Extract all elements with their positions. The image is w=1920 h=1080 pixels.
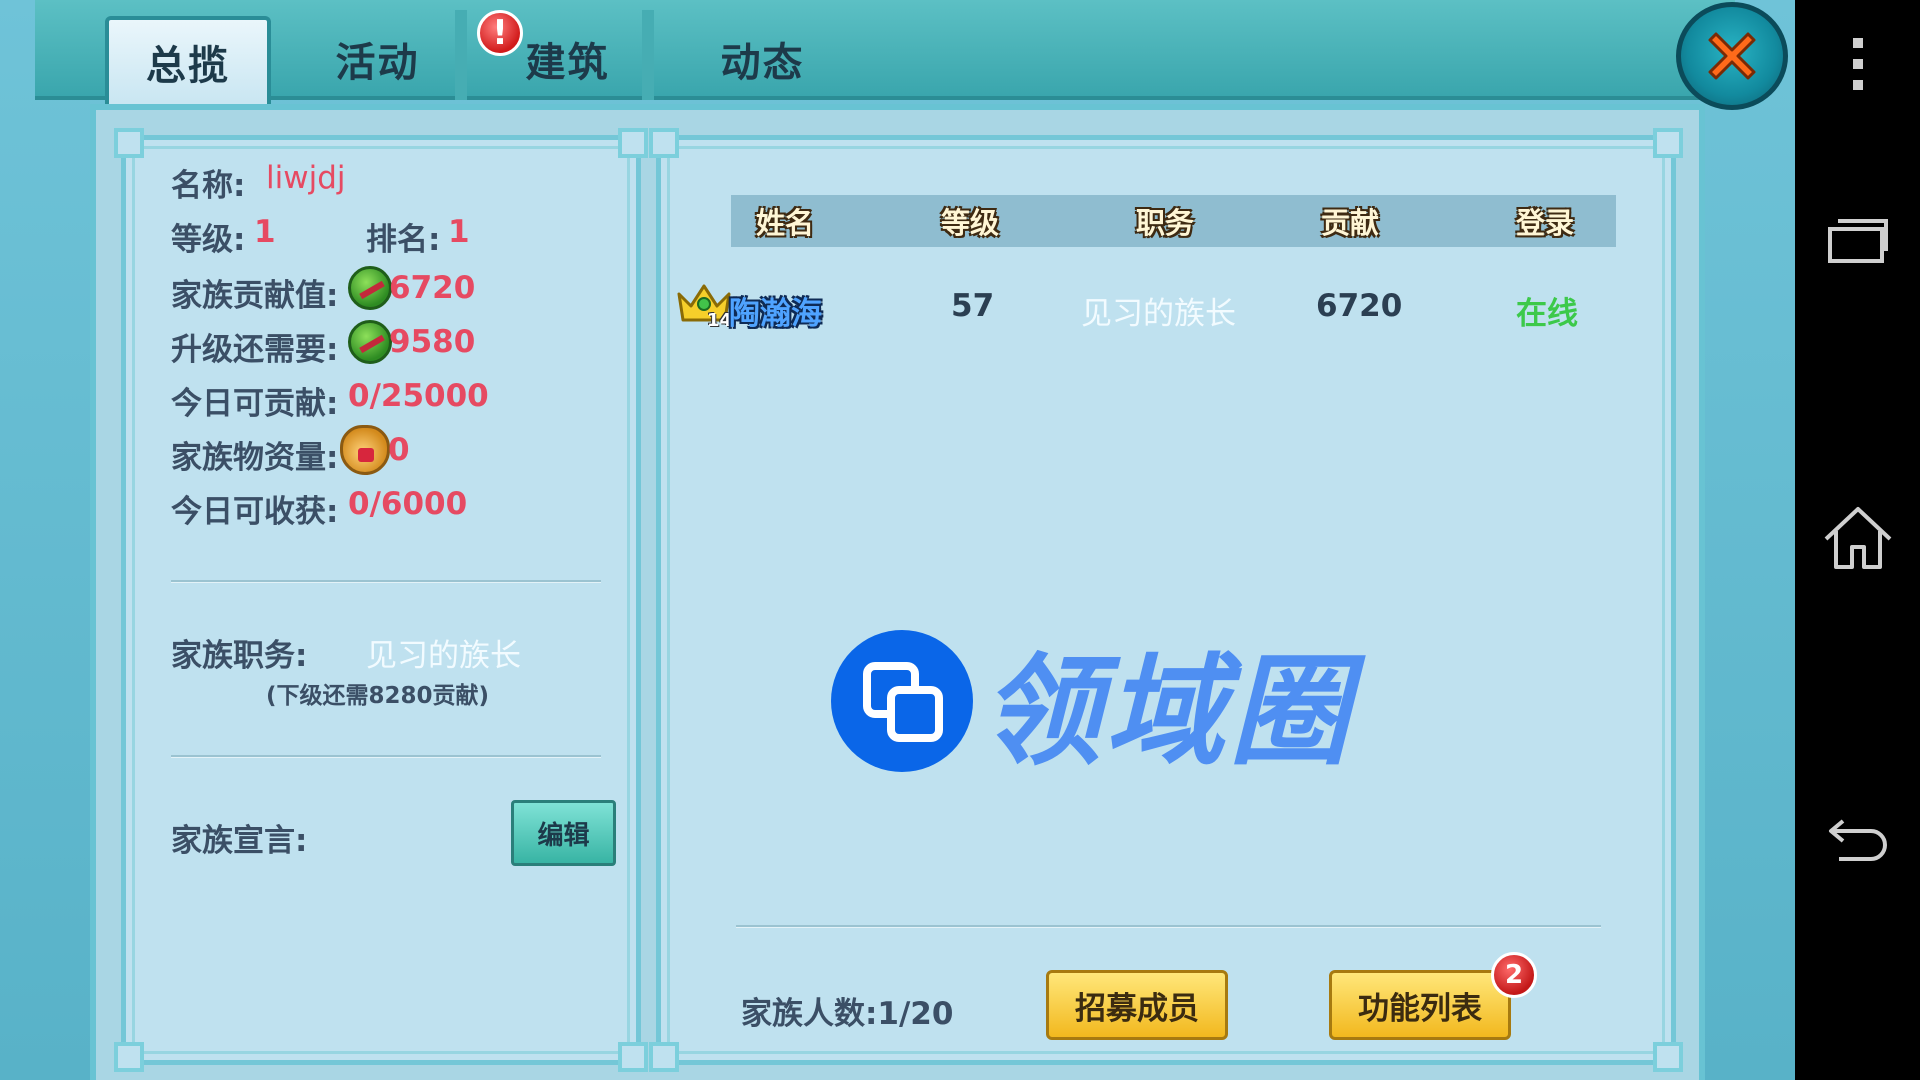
watermark-text: 领域圈 bbox=[981, 642, 1353, 782]
overflow-menu-icon bbox=[1852, 38, 1863, 90]
tab-separator bbox=[455, 10, 467, 100]
member-table-header: 姓名 等级 职务 贡献 登录 bbox=[731, 195, 1616, 247]
contribution-coin-icon bbox=[348, 266, 392, 310]
tab-buildings-label: 建筑 bbox=[525, 40, 610, 86]
header-name: 姓名 bbox=[756, 206, 815, 240]
frame-corner bbox=[1653, 128, 1683, 158]
header-level: 等级 bbox=[941, 206, 1000, 240]
member-contribution: 6720 bbox=[1316, 288, 1403, 324]
upgrade-label: 升级还需要: bbox=[171, 332, 339, 368]
recent-apps-icon bbox=[1827, 219, 1888, 263]
overflow-menu-button[interactable] bbox=[1795, 36, 1920, 92]
member-level: 57 bbox=[951, 288, 995, 324]
section-divider bbox=[736, 925, 1601, 928]
edit-declaration-button[interactable]: 编辑 bbox=[511, 800, 616, 866]
position-label: 家族职务: bbox=[171, 638, 308, 674]
rank-label: 排名: bbox=[366, 222, 441, 258]
frame-corner bbox=[114, 128, 144, 158]
frame-corner bbox=[618, 128, 648, 158]
name-label: 名称: bbox=[171, 168, 246, 204]
tab-activities[interactable]: 活动 bbox=[285, 18, 470, 100]
contribution-value: 6720 bbox=[389, 270, 476, 306]
contribution-label: 家族贡献值: bbox=[171, 278, 339, 314]
level-label: 等级: bbox=[171, 222, 246, 258]
header-login: 登录 bbox=[1516, 206, 1575, 240]
section-divider bbox=[171, 755, 601, 758]
back-button[interactable] bbox=[1795, 815, 1920, 863]
family-window: 名称: liwjdj 等级: 1 排名: 1 家族贡献值: 6720 升级还需要… bbox=[90, 104, 1705, 1080]
frame-corner bbox=[114, 1042, 144, 1072]
member-role: 见习的族长 bbox=[1081, 296, 1236, 332]
recruit-members-button[interactable]: 招募成员 bbox=[1046, 970, 1228, 1040]
tab-overview[interactable]: 总揽 bbox=[105, 16, 271, 104]
tab-overview-label: 总揽 bbox=[146, 43, 230, 89]
game-screen: 总揽 活动 建筑 动态 ! 名称: liwjdj 等级: 1 排名: 1 家族贡… bbox=[0, 0, 1795, 1080]
home-button[interactable] bbox=[1795, 505, 1920, 571]
tab-news-label: 动态 bbox=[720, 40, 805, 86]
recent-apps-button[interactable] bbox=[1795, 215, 1920, 265]
today-harvest-value: 0/6000 bbox=[348, 486, 468, 522]
activity-alert-badge: ! bbox=[477, 10, 523, 56]
frame-corner bbox=[1653, 1042, 1683, 1072]
section-divider bbox=[171, 580, 601, 583]
member-count: 家族人数:1/20 bbox=[741, 996, 954, 1032]
supply-pouch-icon bbox=[340, 425, 390, 475]
position-next-hint: (下级还需8280贡献) bbox=[266, 683, 490, 709]
today-contrib-label: 今日可贡献: bbox=[171, 386, 339, 422]
upgrade-value: 9580 bbox=[389, 324, 476, 360]
tab-bar: 总揽 活动 建筑 动态 bbox=[35, 0, 1735, 104]
family-level: 1 bbox=[254, 214, 276, 250]
header-contribution: 贡献 bbox=[1321, 206, 1380, 240]
close-button[interactable] bbox=[1676, 2, 1788, 110]
close-icon bbox=[1708, 32, 1756, 80]
member-name[interactable]: 陶瀚海 bbox=[729, 288, 822, 333]
frame-corner bbox=[618, 1042, 648, 1072]
member-list-panel: 姓名 等级 职务 贡献 登录 14 陶瀚海 57 见习的族长 6720 在线 家… bbox=[649, 128, 1683, 1072]
tab-activities-label: 活动 bbox=[335, 40, 420, 86]
function-list-badge: 2 bbox=[1491, 952, 1537, 998]
watermark-logo-icon bbox=[831, 629, 973, 772]
header-role: 职务 bbox=[1136, 206, 1195, 240]
supplies-label: 家族物资量: bbox=[171, 440, 339, 476]
member-status: 在线 bbox=[1516, 296, 1578, 332]
family-rank: 1 bbox=[448, 214, 470, 250]
position-value: 见习的族长 bbox=[366, 638, 521, 674]
watermark: 领域圈 bbox=[831, 628, 1353, 782]
declaration-label: 家族宣言: bbox=[171, 823, 308, 859]
family-overview-panel: 名称: liwjdj 等级: 1 排名: 1 家族贡献值: 6720 升级还需要… bbox=[114, 128, 648, 1072]
system-nav-bar bbox=[1795, 0, 1920, 1080]
frame-corner bbox=[649, 1042, 679, 1072]
contribution-coin-icon bbox=[348, 320, 392, 364]
today-contrib-value: 0/25000 bbox=[348, 378, 489, 414]
home-icon bbox=[1824, 507, 1891, 569]
today-harvest-label: 今日可收获: bbox=[171, 494, 339, 530]
frame-corner bbox=[649, 128, 679, 158]
tab-separator bbox=[642, 10, 654, 100]
back-icon bbox=[1828, 819, 1887, 861]
supplies-value: 0 bbox=[388, 432, 410, 468]
tab-news[interactable]: 动态 bbox=[670, 18, 855, 100]
function-list-button[interactable]: 功能列表 bbox=[1329, 970, 1511, 1040]
family-name: liwjdj bbox=[266, 160, 346, 196]
